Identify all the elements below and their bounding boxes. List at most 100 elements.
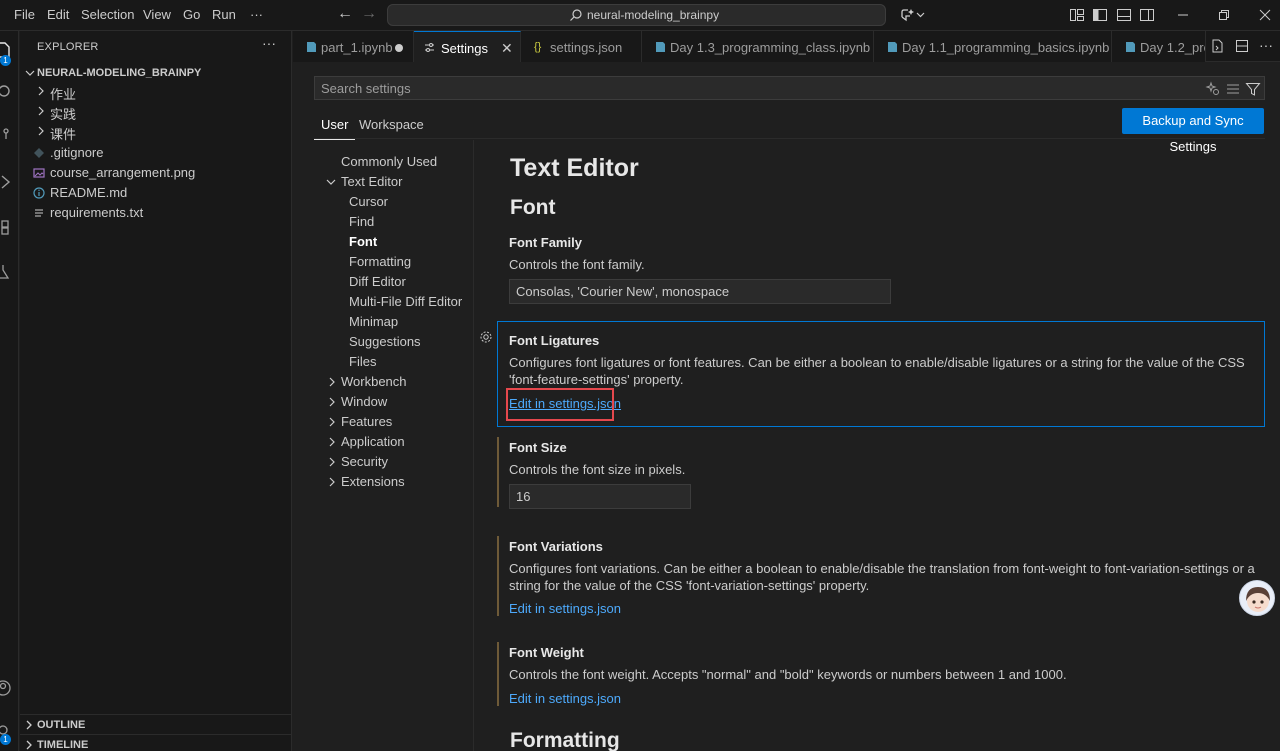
toggle-panel-icon[interactable]: [1116, 7, 1132, 23]
filter-icon[interactable]: [1245, 81, 1261, 97]
tree-folder[interactable]: 实践: [20, 102, 291, 122]
tab-workspace[interactable]: Workspace: [352, 116, 431, 140]
chevron-right-icon[interactable]: [327, 477, 337, 487]
sparkle-search-icon[interactable]: [1205, 81, 1221, 97]
chevron-right-icon[interactable]: [327, 437, 337, 447]
chevron-right-icon[interactable]: [327, 377, 337, 387]
tree-file[interactable]: .gitignore: [20, 143, 291, 163]
command-center[interactable]: neural-modeling_brainpy: [387, 4, 886, 26]
tab-day-1-3[interactable]: Day 1.3_programming_class.ipynb: [642, 31, 874, 62]
restore-icon[interactable]: [1216, 7, 1232, 23]
toc-security[interactable]: Security: [341, 454, 388, 469]
chevron-down-icon[interactable]: [326, 177, 336, 187]
extensions-icon[interactable]: [0, 219, 12, 237]
open-settings-json-icon[interactable]: [1210, 39, 1224, 53]
chevron-down-icon: [25, 70, 35, 76]
menu-more[interactable]: ···: [250, 7, 263, 22]
menu-edit[interactable]: Edit: [47, 7, 69, 22]
edit-in-settings-json-link[interactable]: Edit in settings.json: [509, 691, 621, 706]
chevron-right-icon[interactable]: [327, 417, 337, 427]
toc-files[interactable]: Files: [349, 354, 376, 369]
edit-in-settings-json-link[interactable]: Edit in settings.json: [509, 601, 621, 616]
subsection-title: Font: [510, 196, 556, 219]
copilot-icon[interactable]: [899, 7, 915, 23]
workspace-root[interactable]: NEURAL-MODELING_BRAINPY: [20, 63, 291, 83]
minimize-icon[interactable]: [1175, 7, 1191, 23]
command-center-label: neural-modeling_brainpy: [587, 8, 720, 22]
timeline-section[interactable]: TIMELINE: [20, 734, 291, 751]
toc-extensions[interactable]: Extensions: [341, 474, 405, 489]
toc-features[interactable]: Features: [341, 414, 392, 429]
assistant-avatar[interactable]: [1239, 580, 1275, 616]
git-file-icon: [34, 148, 44, 158]
tab-user[interactable]: User: [314, 116, 356, 140]
settings-editor: User Workspace Backup and Sync Settings …: [293, 62, 1280, 751]
explorer-more-button[interactable]: ···: [262, 35, 276, 51]
tab-day-1-1[interactable]: Day 1.1_programming_basics.ipynb: [874, 31, 1112, 62]
toc-text-editor[interactable]: Text Editor: [341, 174, 402, 189]
menu-selection[interactable]: Selection: [81, 7, 134, 22]
setting-gear-icon[interactable]: [479, 330, 493, 344]
section-title: Text Editor: [510, 154, 639, 182]
menu-run[interactable]: Run: [212, 7, 236, 22]
outline-section[interactable]: OUTLINE: [20, 714, 291, 734]
toc-find[interactable]: Find: [349, 214, 374, 229]
customize-layout-icon[interactable]: [1069, 7, 1085, 23]
search-icon[interactable]: [0, 83, 12, 101]
forward-arrow-icon[interactable]: →: [361, 5, 377, 23]
notebook-icon: [307, 42, 316, 52]
folder-label: 实践: [50, 107, 77, 122]
toc-commonly-used[interactable]: Commonly Used: [341, 154, 437, 169]
tab-day-1-2[interactable]: Day 1.2_pro: [1112, 31, 1206, 62]
tab-settings[interactable]: Settings ✕: [414, 31, 521, 62]
chevron-right-icon[interactable]: [327, 397, 337, 407]
toc-diff-editor[interactable]: Diff Editor: [349, 274, 406, 289]
next-subsection-title: Formatting: [510, 729, 620, 751]
menu-go[interactable]: Go: [183, 7, 200, 22]
clear-filter-icon[interactable]: [1225, 81, 1241, 97]
setting-description: Configures font ligatures or font featur…: [509, 355, 1245, 387]
toc-cursor[interactable]: Cursor: [349, 194, 388, 209]
tree-file[interactable]: README.md: [20, 183, 291, 203]
chevron-right-icon[interactable]: [327, 457, 337, 467]
source-control-icon[interactable]: [0, 127, 12, 145]
tab-part-1[interactable]: part_1.ipynb: [293, 31, 414, 62]
explorer-title: EXPLORER: [37, 41, 99, 53]
toc-application[interactable]: Application: [341, 434, 405, 449]
tree-folder[interactable]: 课件: [20, 122, 291, 142]
toggle-secondary-sidebar-icon[interactable]: [1139, 7, 1155, 23]
backup-and-sync-button[interactable]: Backup and Sync Settings: [1122, 108, 1264, 154]
account-icon[interactable]: [0, 679, 12, 697]
back-arrow-icon[interactable]: ←: [337, 5, 353, 23]
menu-view[interactable]: View: [143, 7, 171, 22]
tree-folder[interactable]: 作业: [20, 82, 291, 102]
settings-search[interactable]: [314, 76, 1265, 100]
settings-search-input[interactable]: [321, 80, 1181, 96]
tree-file[interactable]: course_arrangement.png: [20, 163, 291, 183]
chevron-down-icon[interactable]: [916, 7, 925, 23]
toc-minimap[interactable]: Minimap: [349, 314, 398, 329]
font-family-input[interactable]: [516, 284, 876, 299]
chevron-right-icon: [26, 720, 32, 730]
close-window-icon[interactable]: [1257, 7, 1273, 23]
more-actions-icon[interactable]: ···: [1259, 37, 1273, 53]
toc-font[interactable]: Font: [349, 234, 377, 249]
close-icon[interactable]: ✕: [501, 40, 513, 57]
toc-suggestions[interactable]: Suggestions: [349, 334, 421, 349]
toc-workbench[interactable]: Workbench: [341, 374, 407, 389]
tab-settings-json[interactable]: {} settings.json: [521, 31, 642, 62]
menu-file[interactable]: File: [14, 7, 35, 22]
split-editor-icon[interactable]: [1235, 39, 1249, 53]
run-debug-icon[interactable]: [0, 173, 12, 191]
file-label: requirements.txt: [50, 205, 144, 220]
toc-window[interactable]: Window: [341, 394, 387, 409]
toc-multi-file-diff-editor[interactable]: Multi-File Diff Editor: [349, 294, 462, 309]
toc-formatting[interactable]: Formatting: [349, 254, 411, 269]
font-size-input[interactable]: [516, 489, 676, 504]
font-size-field[interactable]: [509, 484, 691, 509]
tree-file[interactable]: requirements.txt: [20, 203, 291, 223]
setting-title: Font Weight: [509, 645, 584, 660]
toggle-primary-sidebar-icon[interactable]: [1092, 7, 1108, 23]
font-family-field[interactable]: [509, 279, 891, 304]
testing-icon[interactable]: [0, 263, 12, 281]
